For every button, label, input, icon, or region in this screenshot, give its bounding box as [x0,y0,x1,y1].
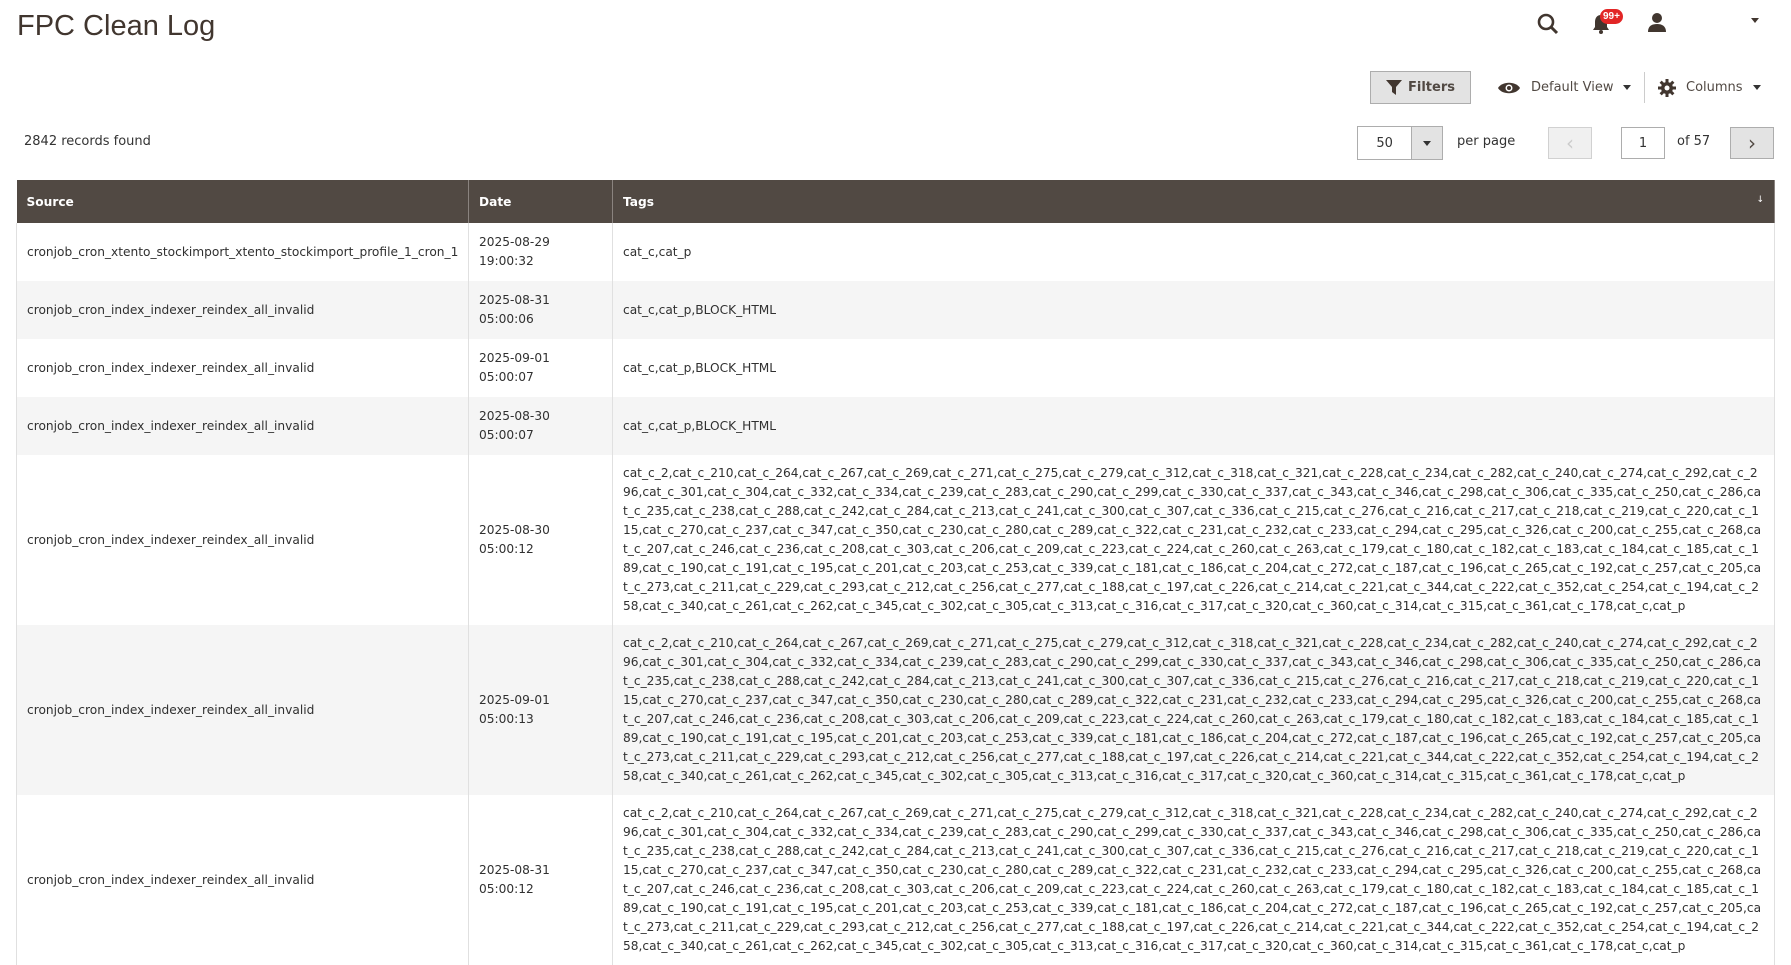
cell-tags: cat_c_2,cat_c_210,cat_c_264,cat_c_267,ca… [612,625,1775,795]
user-menu-caret-icon[interactable] [1751,18,1759,23]
cell-date: 2025-08-30 05:00:07 [468,397,613,455]
table-row[interactable]: cronjob_cron_xtento_stockimport_xtento_s… [16,223,1775,281]
columns-label: Columns [1686,80,1743,95]
per-page-label: per page [1457,134,1516,149]
total-pages: of 57 [1677,134,1711,149]
chevron-down-icon [1423,140,1432,146]
cell-date: 2025-08-30 05:00:12 [468,455,613,625]
cell-date: 2025-08-29 19:00:32 [468,223,613,281]
notification-badge: 99+ [1600,9,1623,24]
filters-button[interactable]: Filters [1370,71,1471,104]
table-row[interactable]: cronjob_cron_index_indexer_reindex_all_i… [16,397,1775,455]
column-header-tags[interactable]: Tags ↓ [612,180,1775,223]
cell-tags: cat_c_2,cat_c_210,cat_c_264,cat_c_267,ca… [612,795,1775,965]
gear-icon [1658,78,1676,97]
cell-source: cronjob_cron_xtento_stockimport_xtento_s… [16,223,469,281]
per-page-toggle[interactable] [1411,127,1442,159]
cell-date: 2025-09-01 05:00:07 [468,339,613,397]
cell-source: cronjob_cron_index_indexer_reindex_all_i… [16,339,469,397]
next-page-button[interactable]: › [1730,127,1774,159]
records-count: 2842 records found [24,134,151,149]
table-row[interactable]: cronjob_cron_index_indexer_reindex_all_i… [16,795,1775,965]
divider [1644,72,1645,103]
table-row[interactable]: cronjob_cron_index_indexer_reindex_all_i… [16,455,1775,625]
cell-tags: cat_c,cat_p [612,223,1775,281]
table-row[interactable]: cronjob_cron_index_indexer_reindex_all_i… [16,625,1775,795]
table-row[interactable]: cronjob_cron_index_indexer_reindex_all_i… [16,339,1775,397]
cell-source: cronjob_cron_index_indexer_reindex_all_i… [16,455,469,625]
eye-icon [1498,82,1520,93]
column-header-date[interactable]: Date [468,180,613,223]
data-grid: Source Date Tags ↓ cronjob_cron_xtento_st… [16,180,1775,965]
cell-tags: cat_c,cat_p,BLOCK_HTML [612,281,1775,339]
cell-date: 2025-08-31 05:00:12 [468,795,613,965]
chevron-left-icon: ‹ [1566,131,1574,155]
cell-date: 2025-08-31 05:00:06 [468,281,613,339]
columns-dropdown[interactable]: Columns [1658,71,1761,104]
cell-source: cronjob_cron_index_indexer_reindex_all_i… [16,625,469,795]
page-number-input[interactable]: 1 [1621,127,1665,159]
cell-tags: cat_c,cat_p,BLOCK_HTML [612,339,1775,397]
previous-page-button[interactable]: ‹ [1548,127,1592,159]
sort-arrow-icon: ↓ [1756,194,1764,205]
chevron-right-icon: › [1748,131,1756,155]
cell-date: 2025-09-01 05:00:13 [468,625,613,795]
default-view-label: Default View [1531,80,1614,95]
tags-header-label: Tags [623,194,654,209]
chevron-down-icon [1752,85,1761,90]
cell-source: cronjob_cron_index_indexer_reindex_all_i… [16,281,469,339]
page-title: FPC Clean Log [17,10,216,42]
search-icon[interactable] [1536,12,1560,40]
cell-source: cronjob_cron_index_indexer_reindex_all_i… [16,397,469,455]
cell-tags: cat_c_2,cat_c_210,cat_c_264,cat_c_267,ca… [612,455,1775,625]
cell-tags: cat_c,cat_p,BLOCK_HTML [612,397,1775,455]
table-row[interactable]: cronjob_cron_index_indexer_reindex_all_i… [16,281,1775,339]
filter-icon [1386,80,1402,95]
per-page-value: 50 [1376,135,1393,151]
chevron-down-icon [1623,85,1632,90]
user-icon[interactable] [1647,12,1667,36]
filters-label: Filters [1408,80,1455,95]
column-header-source[interactable]: Source [16,180,469,223]
cell-source: cronjob_cron_index_indexer_reindex_all_i… [16,795,469,965]
per-page-select[interactable]: 50 [1357,126,1443,160]
default-view-dropdown[interactable]: Default View [1497,71,1632,104]
